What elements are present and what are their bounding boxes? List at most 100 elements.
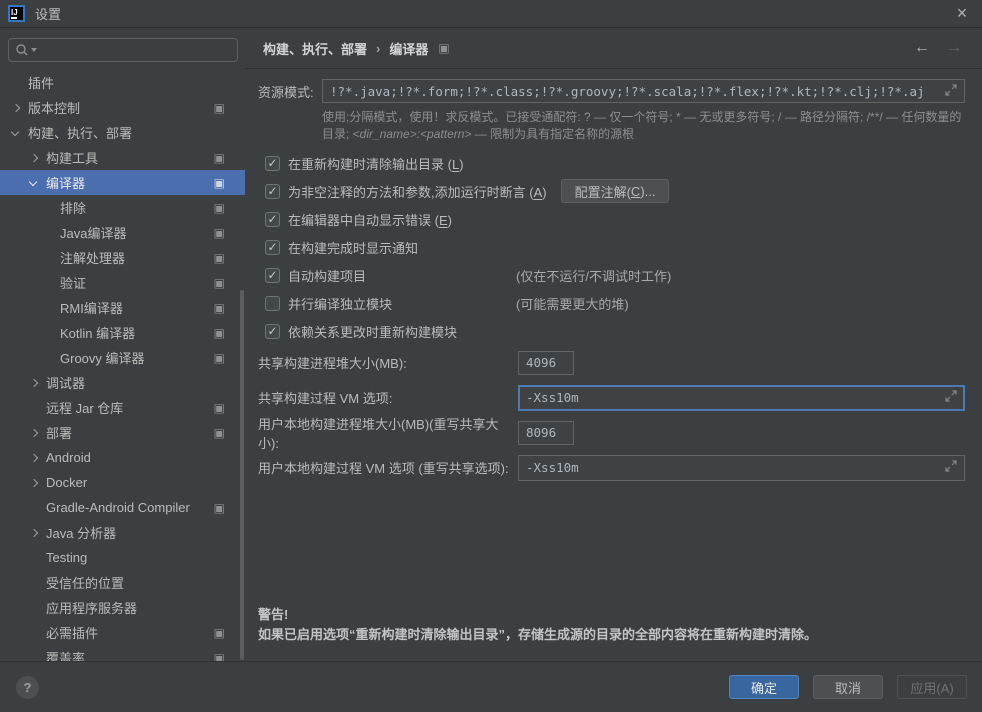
field-label: 共享构建进程堆大小(MB): xyxy=(258,353,518,372)
checkbox-label: 依赖关系更改时重新构建模块 xyxy=(288,322,457,341)
sidebar-item-debugger[interactable]: 调试器 xyxy=(0,370,245,395)
chevron-right-icon[interactable] xyxy=(12,105,28,111)
sidebar-item-validation[interactable]: 验证 ▣ xyxy=(0,270,245,295)
expand-icon[interactable] xyxy=(945,84,957,99)
sidebar-item-rmi-compiler[interactable]: RMI编译器 ▣ xyxy=(0,295,245,320)
chevron-down-icon[interactable] xyxy=(30,181,46,185)
expand-icon[interactable] xyxy=(945,460,957,475)
settings-page-icon: ▣ xyxy=(214,177,225,189)
help-icon[interactable]: ? xyxy=(16,676,39,699)
chevron-right-icon[interactable] xyxy=(30,155,46,161)
checkbox-build-project-automatically[interactable]: ✓ xyxy=(265,268,280,283)
sidebar-item-remote-jar-repositories[interactable]: 远程 Jar 仓库 ▣ xyxy=(0,395,245,420)
sidebar-item-kotlin-compiler[interactable]: Kotlin 编译器 ▣ xyxy=(0,320,245,345)
sidebar-item-testing[interactable]: Testing xyxy=(0,545,245,570)
sidebar-scrollbar[interactable] xyxy=(240,290,244,660)
search-icon xyxy=(15,43,29,57)
checkbox-runtime-assertions[interactable]: ✓ xyxy=(265,184,280,199)
chevron-down-icon[interactable] xyxy=(12,131,28,135)
sidebar-item-trusted-locations[interactable]: 受信任的位置 xyxy=(0,570,245,595)
checkbox-show-errors-in-editor[interactable]: ✓ xyxy=(265,212,280,227)
settings-page-icon: ▣ xyxy=(214,627,225,639)
sidebar-item-build-tools[interactable]: 构建工具 ▣ xyxy=(0,145,245,170)
settings-page-icon: ▣ xyxy=(214,202,225,214)
sidebar-item-label: Java编译器 xyxy=(60,223,126,242)
sidebar-item-docker[interactable]: Docker xyxy=(0,470,245,495)
cancel-button[interactable]: 取消 xyxy=(813,675,883,699)
sidebar-item-android[interactable]: Android xyxy=(0,445,245,470)
sidebar-item-application-servers[interactable]: 应用程序服务器 xyxy=(0,595,245,620)
shared-heap-size-field[interactable]: 4096 xyxy=(518,351,574,375)
expand-icon[interactable] xyxy=(945,390,957,405)
sidebar-item-java-compiler[interactable]: Java编译器 ▣ xyxy=(0,220,245,245)
shared-heap-size-row: 共享构建进程堆大小(MB): 4096 xyxy=(258,345,982,380)
settings-page-icon: ▣ xyxy=(214,152,225,164)
user-vm-options-field[interactable]: -Xss10m xyxy=(518,455,965,481)
sidebar-item-annotation-processors[interactable]: 注解处理器 ▣ xyxy=(0,245,245,270)
sidebar-item-label: 排除 xyxy=(60,198,86,217)
sidebar-item-label: 必需插件 xyxy=(46,623,98,642)
sidebar-item-coverage[interactable]: 覆盖率 ▣ xyxy=(0,645,245,661)
sidebar-item-label: 覆盖率 xyxy=(46,648,85,661)
checkbox-row-clear-output: ✓ 在重新构建时清除输出目录 (L) xyxy=(265,149,982,177)
checkbox-label: 并行编译独立模块 xyxy=(288,294,392,313)
sidebar-item-label: Groovy 编译器 xyxy=(60,348,145,367)
settings-tree: 插件 版本控制 ▣ 构建、执行、部署 构建工具 ▣ xyxy=(0,70,245,661)
chevron-right-icon[interactable] xyxy=(30,430,46,436)
configure-annotations-button[interactable]: 配置注解(C)... xyxy=(561,179,670,203)
checkbox-rebuild-modules-on-dependency-change[interactable]: ✓ xyxy=(265,324,280,339)
user-heap-size-row: 用户本地构建进程堆大小(MB)(重写共享大小): 8096 xyxy=(258,415,982,450)
sidebar-item-gradle-android-compiler[interactable]: Gradle-Android Compiler ▣ xyxy=(0,495,245,520)
field-value: 4096 xyxy=(526,355,556,370)
sidebar-item-label: 插件 xyxy=(28,73,54,92)
sidebar-item-label: 构建工具 xyxy=(46,148,98,167)
checkbox-clear-output-directory[interactable]: ✓ xyxy=(265,156,280,171)
sidebar-item-label: Gradle-Android Compiler xyxy=(46,500,190,515)
chevron-right-icon[interactable] xyxy=(30,455,46,461)
chevron-right-icon[interactable] xyxy=(30,530,46,536)
sidebar-item-label: Android xyxy=(46,450,91,465)
resource-patterns-help: 使用;分隔模式，使用！求反模式。已接受通配符: ? — 仅一个符号; * — 无… xyxy=(322,109,965,143)
close-icon[interactable]: × xyxy=(942,0,982,28)
sidebar-item-deployment[interactable]: 部署 ▣ xyxy=(0,420,245,445)
sidebar-item-version-control[interactable]: 版本控制 ▣ xyxy=(0,95,245,120)
field-label: 用户本地构建进程堆大小(MB)(重写共享大小): xyxy=(258,414,518,452)
search-options-caret-icon[interactable] xyxy=(31,48,37,52)
settings-page-icon: ▣ xyxy=(214,652,225,662)
user-heap-size-field[interactable]: 8096 xyxy=(518,421,574,445)
checkbox-show-build-notification[interactable]: ✓ xyxy=(265,240,280,255)
checkbox-row-build-automatically: ✓ 自动构建项目 (仅在不运行/不调试时工作) xyxy=(265,261,982,289)
sidebar-item-excludes[interactable]: 排除 ▣ xyxy=(0,195,245,220)
back-arrow-icon[interactable]: ← xyxy=(914,39,930,57)
sidebar-item-plugins[interactable]: 插件 xyxy=(0,70,245,95)
sidebar-item-label: 调试器 xyxy=(46,373,85,392)
resource-patterns-row: 资源模式: !?*.java;!?*.form;!?*.class;!?*.gr… xyxy=(258,79,965,103)
sidebar-item-compiler[interactable]: 编译器 ▣ xyxy=(0,170,245,195)
dialog-body: 插件 版本控制 ▣ 构建、执行、部署 构建工具 ▣ xyxy=(0,28,982,661)
sidebar-item-required-plugins[interactable]: 必需插件 ▣ xyxy=(0,620,245,645)
help-segment-italic: <dir_name>:<pattern> xyxy=(353,127,472,141)
settings-page-icon: ▣ xyxy=(214,227,225,239)
sidebar-item-groovy-compiler[interactable]: Groovy 编译器 ▣ xyxy=(0,345,245,370)
field-value: -Xss10m xyxy=(526,460,579,475)
sidebar-item-build-execution-deployment[interactable]: 构建、执行、部署 xyxy=(0,120,245,145)
dialog-footer: ? 确定 取消 应用(A) xyxy=(0,661,982,712)
help-segment: — 限制为具有指定名称的源根 xyxy=(471,127,634,141)
search-input[interactable] xyxy=(8,38,238,62)
resource-patterns-field[interactable]: !?*.java;!?*.form;!?*.class;!?*.groovy;!… xyxy=(322,79,965,103)
checkbox-compile-modules-in-parallel[interactable] xyxy=(265,296,280,311)
sidebar-item-java-profiler[interactable]: Java 分析器 xyxy=(0,520,245,545)
sidebar-item-label: 应用程序服务器 xyxy=(46,598,137,617)
chevron-right-icon[interactable] xyxy=(30,380,46,386)
breadcrumb: 构建、执行、部署 › 编译器 ▣ ← → xyxy=(245,28,982,69)
breadcrumb-item-build-execution-deployment[interactable]: 构建、执行、部署 xyxy=(263,39,367,58)
user-vm-options-row: 用户本地构建过程 VM 选项 (重写共享选项): -Xss10m xyxy=(258,450,982,485)
checkbox-label: 在重新构建时清除输出目录 (L) xyxy=(288,154,464,173)
ok-button[interactable]: 确定 xyxy=(729,675,799,699)
sidebar-item-label: 编译器 xyxy=(46,173,85,192)
chevron-right-icon[interactable] xyxy=(30,480,46,486)
shared-vm-options-field[interactable]: -Xss10m xyxy=(518,385,965,411)
sidebar-item-label: RMI编译器 xyxy=(60,298,123,317)
settings-page-icon: ▣ xyxy=(214,352,225,364)
sidebar-item-label: 构建、执行、部署 xyxy=(28,123,132,142)
